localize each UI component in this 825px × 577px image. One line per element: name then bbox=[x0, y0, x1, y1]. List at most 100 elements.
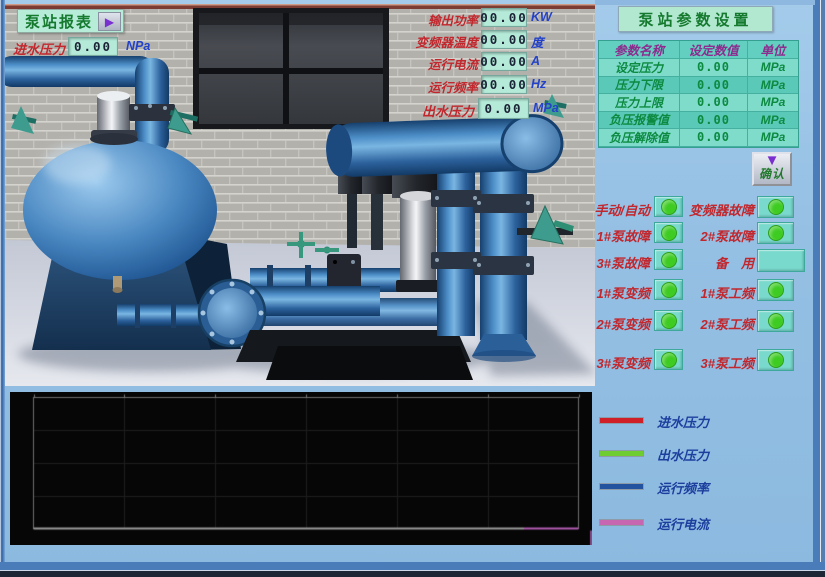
status-label-auto-manual: 手动/自动 bbox=[586, 200, 650, 219]
status-lamp bbox=[768, 313, 784, 329]
status-lamp bbox=[661, 199, 677, 215]
legend-swatch-run-current bbox=[599, 519, 644, 526]
pump-shaft bbox=[371, 190, 383, 250]
param-name: 压力上限 bbox=[599, 94, 680, 112]
legend-label-run-current: 运行电流 bbox=[657, 514, 709, 533]
param-name: 压力下限 bbox=[599, 77, 680, 95]
output-power-unit: KW bbox=[531, 10, 552, 24]
status-label-pump2-mains: 2#泵工频 bbox=[684, 314, 754, 333]
lamp-pump2-vfd bbox=[654, 310, 683, 331]
status-label-pump3-fault: 3#泵故障 bbox=[586, 253, 650, 272]
status-label-pump2-vfd: 2#泵变频 bbox=[586, 314, 650, 333]
param-value-input[interactable]: 0.00 bbox=[680, 59, 748, 77]
report-button-label: 泵站报表 bbox=[25, 11, 93, 32]
status-lamp bbox=[661, 252, 677, 268]
param-unit: MPa bbox=[748, 77, 798, 95]
table-row: 负压报警值 0.00 MPa bbox=[599, 112, 798, 130]
pump-shaft bbox=[347, 192, 357, 248]
status-lamp bbox=[661, 282, 677, 298]
frame-right-border bbox=[813, 0, 825, 577]
lamp-pump1-vfd bbox=[654, 279, 683, 300]
lamp-auto-manual bbox=[654, 196, 683, 217]
vfd-temp-label: 变频器温度 bbox=[408, 32, 478, 51]
settings-table-header: 参数名称 设定数值 单位 bbox=[599, 41, 798, 59]
table-row: 负压解除值 0.00 MPa bbox=[599, 129, 798, 147]
status-lamp bbox=[768, 352, 784, 368]
pump-station-hmi: 泵站报表 ▶ 进水压力 0.00 NPa 输出功率 00.00 KW 变频器温度… bbox=[0, 0, 825, 577]
inlet-pressure-label: 进水压力 bbox=[13, 39, 65, 58]
legend-swatch-run-frequency bbox=[599, 483, 644, 490]
window bbox=[193, 8, 389, 129]
param-value-input[interactable]: 0.00 bbox=[680, 129, 748, 147]
trend-chart-canvas bbox=[10, 392, 592, 545]
report-button[interactable]: 泵站报表 ▶ bbox=[17, 9, 124, 33]
inlet-pipe-horizontal bbox=[5, 56, 155, 87]
settings-panel-title: 泵站参数设置 bbox=[618, 6, 773, 32]
lamp-pump3-fault bbox=[654, 249, 683, 270]
param-name: 设定压力 bbox=[599, 59, 680, 77]
status-lamp bbox=[661, 225, 677, 241]
frame-top-strip bbox=[595, 0, 815, 5]
status-lamp bbox=[661, 352, 677, 368]
lamp-pump1-mains bbox=[757, 279, 794, 301]
play-icon[interactable]: ▶ bbox=[98, 12, 121, 31]
param-unit: MPa bbox=[748, 59, 798, 77]
vfd-temp-value: 00.00 bbox=[481, 30, 527, 49]
legend-swatch-outlet-pressure bbox=[599, 450, 644, 457]
param-value-input[interactable]: 0.00 bbox=[680, 94, 748, 112]
status-label-pump1-mains: 1#泵工频 bbox=[684, 283, 754, 302]
lamp-pump2-mains bbox=[757, 310, 794, 332]
run-freq-label: 运行频率 bbox=[408, 77, 478, 96]
vfd-temp-unit: 度 bbox=[531, 32, 544, 51]
frame-bottom-border bbox=[0, 562, 825, 577]
output-power-label: 输出功率 bbox=[408, 10, 478, 29]
status-label-pump2-fault: 2#泵故障 bbox=[684, 226, 754, 245]
lamp-spare bbox=[757, 249, 805, 272]
lamp-pump3-vfd bbox=[654, 349, 683, 370]
param-unit: MPa bbox=[748, 129, 798, 147]
col-unit: 单位 bbox=[748, 41, 798, 59]
outlet-pressure-value: 0.00 bbox=[478, 98, 529, 119]
status-lamp bbox=[768, 199, 784, 215]
confirm-button[interactable]: ▼ 确认 bbox=[752, 152, 792, 186]
status-label-pump3-vfd: 3#泵变频 bbox=[586, 353, 650, 372]
outlet-pressure-unit: MPa bbox=[533, 101, 559, 115]
param-name: 负压解除值 bbox=[599, 129, 680, 147]
run-current-label: 运行电流 bbox=[408, 54, 478, 73]
legend-swatch-inlet-pressure bbox=[599, 417, 644, 424]
table-row: 设定压力 0.00 MPa bbox=[599, 59, 798, 77]
table-row: 压力下限 0.00 MPa bbox=[599, 77, 798, 95]
run-freq-value: 00.00 bbox=[481, 75, 527, 94]
legend-label-inlet-pressure: 进水压力 bbox=[657, 412, 709, 431]
run-current-unit: A bbox=[531, 54, 540, 68]
status-label-pump3-mains: 3#泵工频 bbox=[684, 353, 754, 372]
run-freq-unit: Hz bbox=[531, 77, 546, 91]
param-value-input[interactable]: 0.00 bbox=[680, 77, 748, 95]
run-current-value: 00.00 bbox=[481, 52, 527, 71]
settings-table: 参数名称 设定数值 单位 设定压力 0.00 MPa 压力下限 0.00 MPa… bbox=[598, 40, 799, 148]
status-lamp bbox=[768, 282, 784, 298]
lamp-pump3-mains bbox=[757, 349, 794, 371]
param-unit: MPa bbox=[748, 112, 798, 130]
legend-label-run-frequency: 运行频率 bbox=[657, 478, 709, 497]
status-label-vfd-fault: 变频器故障 bbox=[684, 200, 754, 219]
outlet-pressure-label: 出水压力 bbox=[410, 101, 474, 120]
ceiling-highlight bbox=[5, 4, 595, 6]
status-lamp bbox=[661, 313, 677, 329]
confirm-button-label: 确认 bbox=[754, 165, 790, 182]
param-value-input[interactable]: 0.00 bbox=[680, 112, 748, 130]
status-label-spare: 备 用 bbox=[684, 253, 754, 272]
status-label-pump1-vfd: 1#泵变频 bbox=[586, 283, 650, 302]
tank-drain-nozzle bbox=[113, 276, 123, 293]
col-set-value: 设定数值 bbox=[680, 41, 748, 59]
param-name: 负压报警值 bbox=[599, 112, 680, 130]
pump-base-lower bbox=[266, 346, 473, 380]
status-lamp bbox=[768, 225, 784, 241]
inlet-pressure-unit: NPa bbox=[126, 39, 150, 53]
table-row: 压力上限 0.00 MPa bbox=[599, 94, 798, 112]
tank-highlight bbox=[43, 144, 111, 184]
discharge-header-pipe bbox=[325, 115, 563, 179]
legend-label-outlet-pressure: 出水压力 bbox=[657, 445, 709, 464]
status-label-pump1-fault: 1#泵故障 bbox=[586, 226, 650, 245]
lamp-pump2-fault bbox=[757, 222, 794, 244]
